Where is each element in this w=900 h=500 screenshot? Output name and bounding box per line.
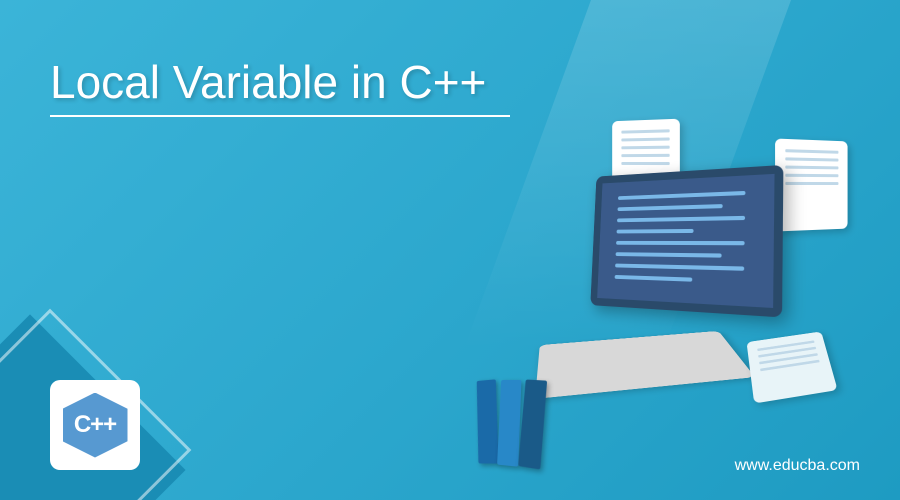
doc-line	[785, 166, 838, 170]
screen-code-display	[597, 174, 774, 308]
cpp-hexagon-icon: C++	[63, 393, 128, 458]
doc-line	[621, 129, 669, 133]
code-line	[615, 264, 744, 271]
code-line	[616, 252, 722, 257]
doc-line	[621, 154, 669, 157]
cpp-logo-text: C++	[74, 411, 116, 439]
doc-line	[621, 137, 669, 141]
code-line	[617, 229, 694, 234]
laptop-keyboard-icon	[535, 331, 755, 399]
book-icon	[477, 379, 499, 463]
laptop-illustration	[460, 80, 860, 430]
title-underline	[50, 115, 510, 117]
banner-container: Local Variable in C++ C++	[0, 0, 900, 500]
page-title: Local Variable in C++	[50, 55, 486, 109]
doc-line	[785, 174, 838, 177]
website-url: www.educba.com	[735, 457, 860, 475]
doc-line	[621, 162, 669, 165]
code-line	[618, 191, 745, 200]
code-line	[617, 216, 745, 222]
laptop-screen-icon	[590, 165, 783, 318]
doc-line	[621, 146, 669, 150]
doc-line	[785, 182, 838, 185]
book-icon	[497, 380, 521, 467]
code-line	[615, 275, 693, 282]
doc-line	[785, 157, 838, 161]
floating-panel-icon	[747, 331, 838, 403]
code-line	[616, 241, 744, 245]
doc-line	[785, 149, 838, 154]
code-line	[618, 204, 723, 211]
floating-document-icon	[775, 138, 848, 231]
cpp-logo-badge: C++	[50, 380, 140, 470]
